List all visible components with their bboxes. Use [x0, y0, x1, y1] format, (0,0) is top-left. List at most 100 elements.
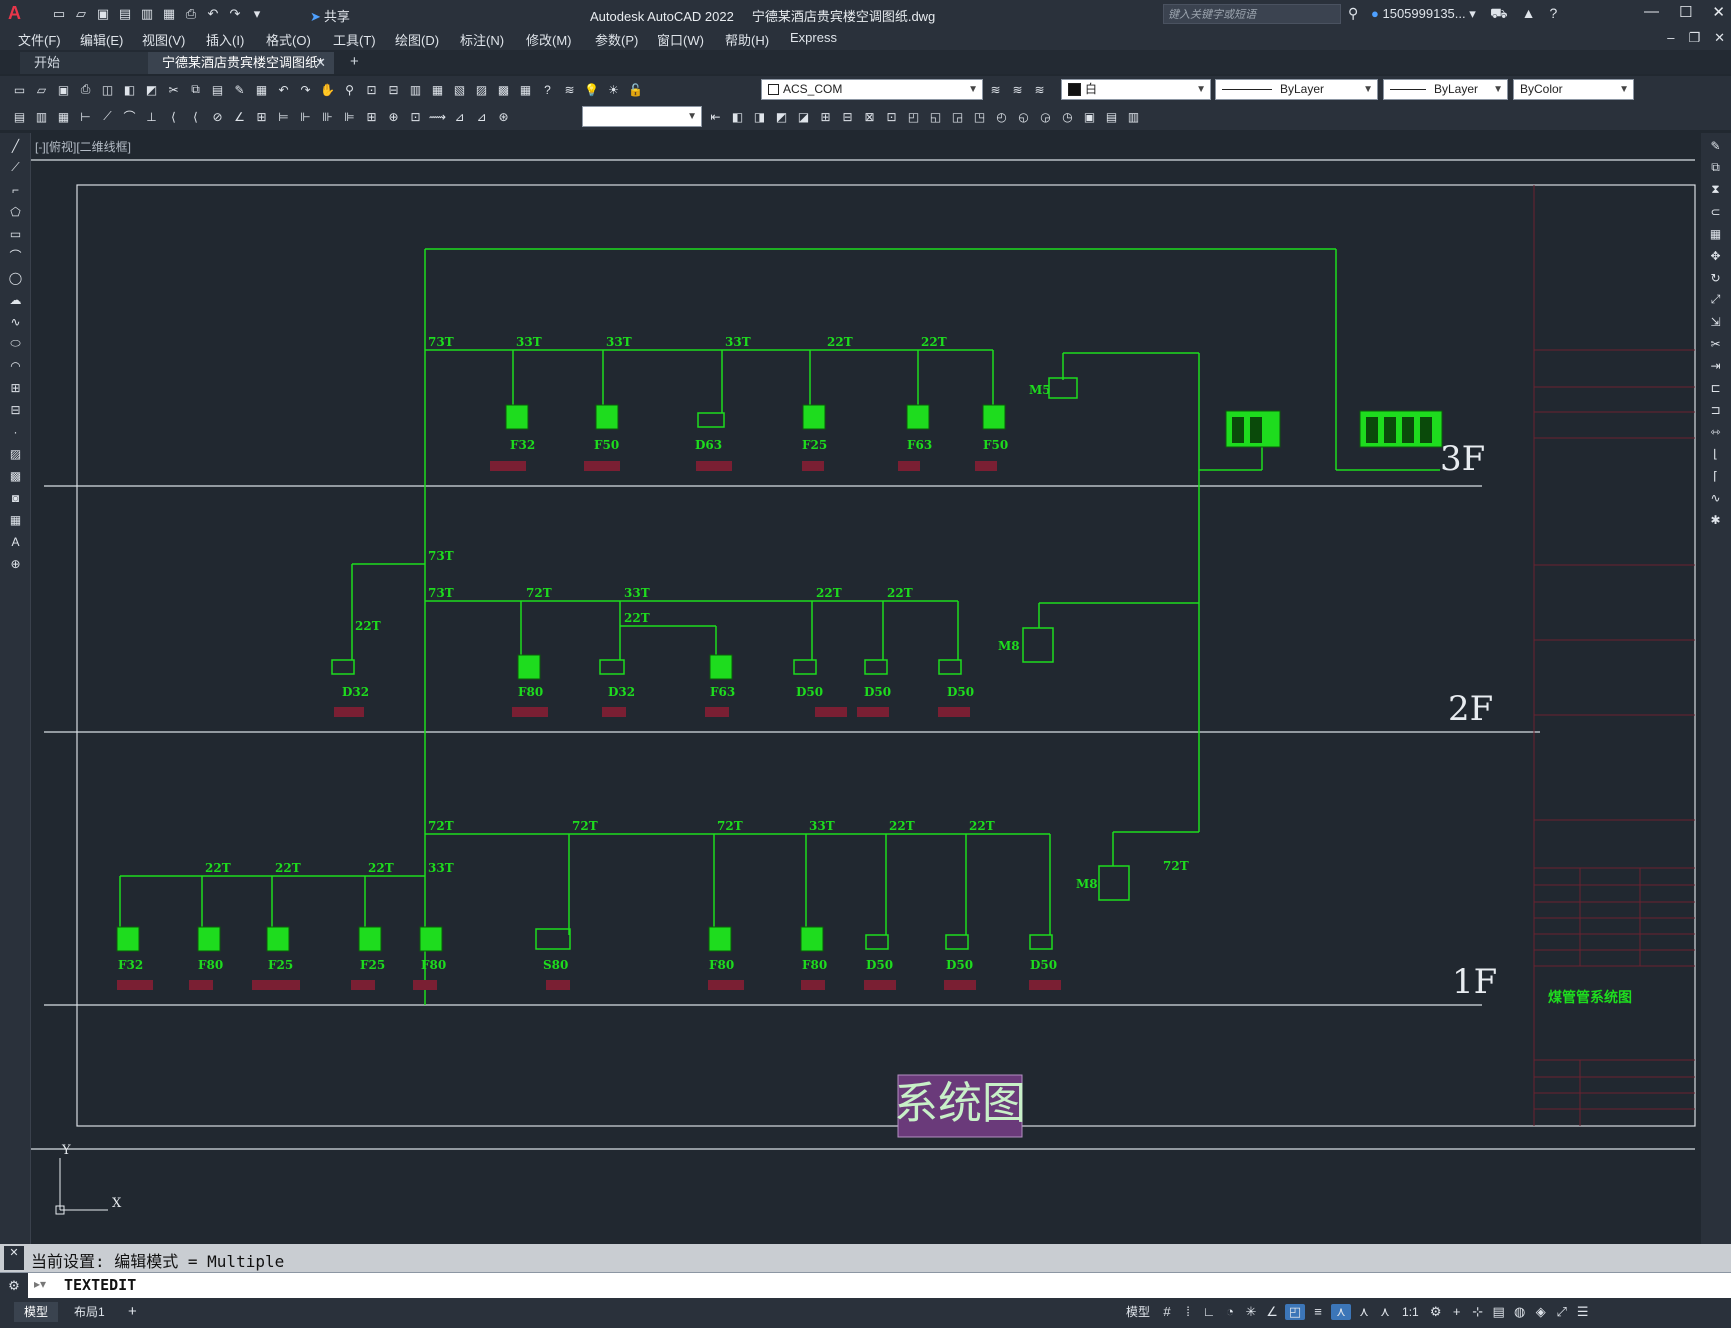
continue-dim-icon[interactable]: ⊩ — [296, 107, 315, 126]
menu-draw[interactable]: 绘图(D) — [395, 30, 439, 49]
polar-icon[interactable]: ◔ — [1222, 1304, 1238, 1319]
construction-line-icon[interactable]: ⟋ — [6, 158, 25, 177]
redo-icon[interactable]: ↷ — [226, 5, 244, 23]
tool-icon[interactable]: ▤ — [1102, 107, 1121, 126]
tool-icon[interactable]: ◨ — [750, 107, 769, 126]
tool-icon[interactable]: ◰ — [904, 107, 923, 126]
match-properties-icon[interactable]: ✎ — [230, 80, 249, 99]
maximize-icon[interactable]: ☐ — [1679, 3, 1692, 21]
snap-icon[interactable]: ⁞ — [1180, 1304, 1196, 1319]
open-icon[interactable]: ▱ — [32, 80, 51, 99]
preview-icon[interactable]: ◫ — [98, 80, 117, 99]
zoom-previous-icon[interactable]: ⊟ — [384, 80, 403, 99]
linetype-dropdown[interactable]: ByLayer ▼ — [1215, 79, 1378, 100]
pan-icon[interactable]: ✋ — [318, 80, 337, 99]
quick-properties-icon[interactable]: ▤ — [1491, 1304, 1507, 1320]
mtext-icon[interactable]: A — [6, 532, 25, 551]
menu-format[interactable]: 格式(O) — [266, 30, 311, 49]
arc-length-icon[interactable]: ⌒ — [120, 107, 139, 126]
mirror-icon[interactable]: ⧗ — [1706, 180, 1725, 199]
make-block-icon[interactable]: ⊟ — [6, 400, 25, 419]
layer-previous-icon[interactable]: ≋ — [1008, 80, 1027, 99]
extend-icon[interactable]: ⇥ — [1706, 356, 1725, 375]
point-icon[interactable]: · — [6, 422, 25, 441]
sheet-set-icon[interactable]: ▨ — [472, 80, 491, 99]
tab-model[interactable]: 模型 — [14, 1302, 59, 1322]
menu-file[interactable]: 文件(F) — [18, 30, 61, 49]
copy-icon[interactable]: ⧉ — [186, 80, 205, 99]
tool-icon[interactable]: ◳ — [970, 107, 989, 126]
tool-icon[interactable]: ⊞ — [816, 107, 835, 126]
tool-icon[interactable]: ▦ — [54, 107, 73, 126]
inspection-icon[interactable]: ⊡ — [406, 107, 425, 126]
user-menu[interactable]: ● 1505999135... ▾ — [1371, 6, 1476, 22]
dynamic-input-icon[interactable]: ◰ — [1285, 1303, 1306, 1320]
layer-dropdown[interactable]: ACS_COM ▼ — [761, 79, 983, 100]
menu-parametric[interactable]: 参数(P) — [595, 30, 638, 49]
tab-close-icon[interactable]: ✕ — [315, 52, 326, 74]
jogged-dim-icon[interactable]: ⟨ — [186, 107, 205, 126]
menu-dimension[interactable]: 标注(N) — [460, 30, 504, 49]
annotation-visibility-icon[interactable]: ⋏ — [1331, 1303, 1352, 1320]
plus-icon[interactable]: + — [1449, 1304, 1465, 1319]
erase-icon[interactable]: ✎ — [1706, 136, 1725, 155]
break-icon[interactable]: ⊐ — [1706, 400, 1725, 419]
make-current-layer-icon[interactable]: ≋ — [986, 80, 1005, 99]
gradient-icon[interactable]: ▩ — [6, 466, 25, 485]
polygon-icon[interactable]: ⬠ — [6, 202, 25, 221]
tab-layout1[interactable]: 布局1 — [64, 1302, 115, 1322]
jogged-linear-icon[interactable]: ⟿ — [428, 107, 447, 126]
zoom-realtime-icon[interactable]: ⚲ — [340, 80, 359, 99]
plot-icon[interactable]: ⎙ — [76, 80, 95, 99]
command-prompt-icon[interactable]: ▸▾ — [34, 1277, 46, 1291]
tool-icon[interactable]: ◩ — [772, 107, 791, 126]
color-dropdown[interactable]: 白 ▼ — [1061, 79, 1211, 100]
ellipse-arc-icon[interactable]: ◠ — [6, 356, 25, 375]
search-input[interactable]: 键入关键字或短语 — [1163, 4, 1341, 24]
menu-insert[interactable]: 插入(I) — [206, 30, 244, 49]
move-icon[interactable]: ✥ — [1706, 246, 1725, 265]
stretch-icon[interactable]: ⇲ — [1706, 312, 1725, 331]
publish-icon[interactable]: ◧ — [120, 80, 139, 99]
tool-palettes-icon[interactable]: ▧ — [450, 80, 469, 99]
angular-dim-icon[interactable]: ∠ — [230, 107, 249, 126]
command-close-icon[interactable]: ✕ — [4, 1246, 24, 1270]
tool-icon[interactable]: ⊠ — [860, 107, 879, 126]
drawing-canvas[interactable]: [-][俯视][二维线框] 煤管管系统图 3F 2F 1F 73T 33T 33… — [31, 133, 1701, 1244]
plot-icon[interactable]: ⎙ — [182, 5, 200, 23]
dim-break-icon[interactable]: ⊫ — [340, 107, 359, 126]
quickcalc-icon[interactable]: ▦ — [516, 80, 535, 99]
line-icon[interactable]: ╱ — [6, 136, 25, 155]
save-icon[interactable]: ▣ — [94, 5, 112, 23]
minimize-icon[interactable]: — — [1644, 3, 1659, 21]
ortho-icon[interactable]: ∟ — [1201, 1304, 1217, 1319]
break-at-point-icon[interactable]: ⊏ — [1706, 378, 1725, 397]
redo-icon[interactable]: ↷ — [296, 80, 315, 99]
hardware-acceleration-icon[interactable]: ◈ — [1533, 1304, 1549, 1320]
isolate-objects-icon[interactable]: ◍ — [1512, 1304, 1528, 1320]
join-icon[interactable]: ⇿ — [1706, 422, 1725, 441]
add-layout-button[interactable]: + — [118, 1302, 147, 1322]
undo-icon[interactable]: ↶ — [274, 80, 293, 99]
share-button[interactable]: ➤ 共享 — [310, 6, 350, 25]
tool-icon[interactable]: ◧ — [728, 107, 747, 126]
layer-on-icon[interactable]: 💡 — [582, 80, 601, 99]
zoom-window-icon[interactable]: ⊡ — [362, 80, 381, 99]
rectangle-icon[interactable]: ▭ — [6, 224, 25, 243]
save-icon[interactable]: ▣ — [54, 80, 73, 99]
radius-dim-icon[interactable]: ⟨ — [164, 107, 183, 126]
dim-update-icon[interactable]: ⊛ — [494, 107, 513, 126]
command-input[interactable]: TEXTEDIT — [64, 1276, 136, 1294]
menu-view[interactable]: 视图(V) — [142, 30, 185, 49]
otrack-icon[interactable]: ∠ — [1264, 1304, 1280, 1320]
open-web-icon[interactable]: ▥ — [138, 5, 156, 23]
system-diagram-banner-text[interactable]: 系统图 — [894, 1078, 1026, 1129]
annotation-scale-icon[interactable]: ⋏ — [1377, 1304, 1393, 1320]
table-icon[interactable]: ▦ — [6, 510, 25, 529]
aligned-dim-icon[interactable]: ⟋ — [98, 107, 117, 126]
ellipse-icon[interactable]: ⬭ — [6, 334, 25, 353]
array-icon[interactable]: ▦ — [1706, 224, 1725, 243]
layer-properties-icon[interactable]: ≋ — [560, 80, 579, 99]
properties-icon[interactable]: ▥ — [406, 80, 425, 99]
save-web-icon[interactable]: ▦ — [160, 5, 178, 23]
